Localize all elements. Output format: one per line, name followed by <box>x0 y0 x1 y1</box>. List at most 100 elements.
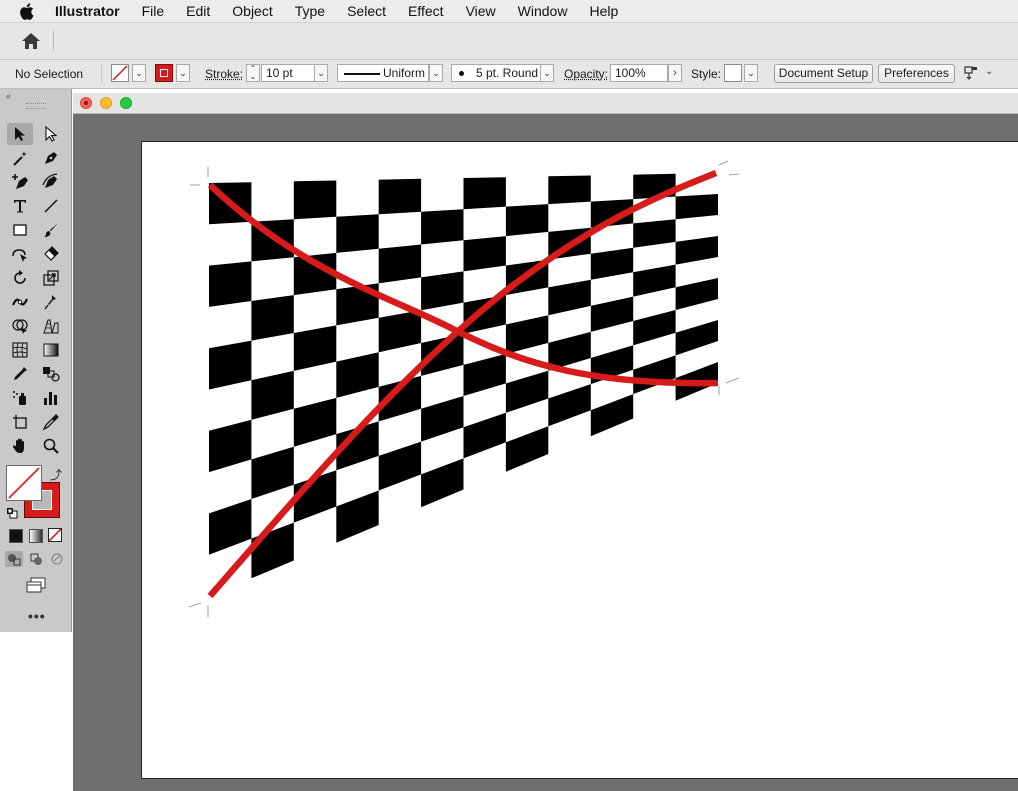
variable-width-profile[interactable]: Uniform <box>337 64 429 82</box>
effect-menu[interactable]: Effect <box>408 3 444 19</box>
select-menu[interactable]: Select <box>347 3 386 19</box>
document-setup-button[interactable]: Document Setup <box>774 64 873 83</box>
mesh-tool-icon[interactable] <box>7 339 33 361</box>
tools-panel: ‹‹ ⤴ ••• <box>0 89 72 632</box>
checker-cell <box>421 333 464 376</box>
rectangle-tool-icon[interactable] <box>7 219 33 241</box>
checker-cell <box>378 178 422 215</box>
crop-mark <box>188 602 202 608</box>
selection-tool-icon[interactable] <box>7 123 33 145</box>
home-icon[interactable] <box>20 31 42 51</box>
type-tool-icon[interactable] <box>7 195 33 217</box>
blend-tool-icon[interactable] <box>38 363 64 385</box>
stroke-square-icon <box>160 69 168 77</box>
object-menu[interactable]: Object <box>232 3 272 19</box>
color-mode-icon[interactable] <box>9 529 23 543</box>
checker-cell <box>590 394 634 437</box>
artwork-canvas[interactable] <box>73 93 1018 791</box>
checker-cell <box>675 236 718 265</box>
default-fill-stroke-icon[interactable] <box>6 507 18 519</box>
zoom-tool-icon[interactable] <box>38 435 64 457</box>
stroke-weight-dropdown[interactable]: ⌄ <box>314 64 328 82</box>
paintbrush-tool-icon[interactable] <box>38 219 64 241</box>
document-window <box>73 93 1018 791</box>
checker-cell <box>633 310 676 346</box>
draw-inside-icon[interactable] <box>48 551 66 567</box>
hand-tool-icon[interactable] <box>7 435 33 457</box>
symbol-sprayer-tool-icon[interactable] <box>7 387 33 409</box>
stroke-label[interactable]: Stroke: <box>205 67 243 81</box>
add-anchor-point-tool-icon[interactable] <box>7 171 33 193</box>
perspective-grid-tool-icon[interactable] <box>38 315 64 337</box>
rotate-tool-icon[interactable] <box>7 267 33 289</box>
none-mode-icon[interactable] <box>48 528 62 542</box>
panel-grip[interactable] <box>26 103 46 109</box>
checker-cell <box>548 279 591 316</box>
eraser-tool-icon[interactable] <box>38 243 64 265</box>
window-menu[interactable]: Window <box>518 3 568 19</box>
preferences-button[interactable]: Preferences <box>878 64 955 83</box>
file-menu[interactable]: File <box>142 3 165 19</box>
brush-definition[interactable]: 5 pt. Round <box>451 64 541 82</box>
style-label: Style: <box>691 67 722 81</box>
checker-cell <box>378 244 422 284</box>
edit-toolbar-more-icon[interactable]: ••• <box>28 608 46 624</box>
distorted-checkerboard[interactable] <box>209 173 718 579</box>
gradient-tool-icon[interactable] <box>38 339 64 361</box>
direct-selection-tool-icon[interactable] <box>38 123 64 145</box>
checker-cell <box>293 180 337 220</box>
edit-menu[interactable]: Edit <box>186 3 210 19</box>
scale-tool-icon[interactable] <box>38 267 64 289</box>
checker-cell <box>209 261 252 307</box>
graphic-style-swatch[interactable] <box>724 64 742 82</box>
opacity-field[interactable]: 100% <box>610 64 668 82</box>
screen-mode-icon[interactable] <box>25 576 47 594</box>
eyedropper-tool-icon[interactable] <box>7 363 33 385</box>
gradient-mode-icon[interactable] <box>29 529 43 543</box>
fill-swatch[interactable] <box>111 64 129 82</box>
column-graph-tool-icon[interactable] <box>38 387 64 409</box>
type-menu[interactable]: Type <box>295 3 325 19</box>
line-segment-tool-icon[interactable] <box>38 195 64 217</box>
checker-cell <box>505 315 549 354</box>
pen-tool-icon[interactable] <box>38 147 64 169</box>
view-menu[interactable]: View <box>466 3 496 19</box>
profile-dropdown[interactable]: ⌄ <box>429 64 443 82</box>
artboard-tool-icon[interactable] <box>7 411 33 433</box>
slice-tool-icon[interactable] <box>38 411 64 433</box>
magic-wand-tool-icon[interactable] <box>7 147 33 169</box>
profile-line-icon <box>344 73 380 75</box>
checker-cell <box>548 175 591 205</box>
draw-behind-icon[interactable] <box>27 551 45 567</box>
crop-mark <box>718 160 729 166</box>
swap-fill-stroke-icon[interactable]: ⤴ <box>50 466 62 483</box>
checker-cell <box>633 219 676 248</box>
shaper-tool-icon[interactable] <box>7 243 33 265</box>
curvature-tool-icon[interactable] <box>38 171 64 193</box>
opacity-label[interactable]: Opacity: <box>564 67 608 81</box>
brush-dropdown[interactable]: ⌄ <box>540 64 554 82</box>
stroke-dropdown[interactable]: ⌄ <box>176 64 190 82</box>
app-name-menu[interactable]: Illustrator <box>55 3 120 19</box>
stroke-swatch[interactable] <box>155 64 173 82</box>
none-slash-icon <box>8 467 40 499</box>
opacity-arrow[interactable]: › <box>668 64 682 82</box>
shape-builder-tool-icon[interactable] <box>7 315 33 337</box>
help-menu[interactable]: Help <box>589 3 618 19</box>
stroke-stepper[interactable]: ⌃ ⌄ <box>246 64 260 82</box>
fill-dropdown[interactable]: ⌄ <box>132 64 146 82</box>
checker-cell <box>675 278 718 310</box>
checker-cell <box>505 370 549 413</box>
checker-cell <box>633 264 676 297</box>
fill-color-box[interactable] <box>6 465 42 501</box>
checker-cell <box>463 177 506 210</box>
collapse-panel-icon[interactable]: ‹‹ <box>6 91 11 101</box>
arrange-dropdown-chevron-icon[interactable]: ⌄ <box>985 66 993 77</box>
puppet-warp-tool-icon[interactable] <box>38 291 64 313</box>
arrange-documents-icon[interactable] <box>963 64 981 82</box>
draw-normal-icon[interactable] <box>5 551 23 567</box>
style-dropdown[interactable]: ⌄ <box>744 64 758 82</box>
stroke-weight-field[interactable]: 10 pt <box>261 64 315 82</box>
apple-icon[interactable] <box>19 2 35 20</box>
width-tool-icon[interactable] <box>7 291 33 313</box>
